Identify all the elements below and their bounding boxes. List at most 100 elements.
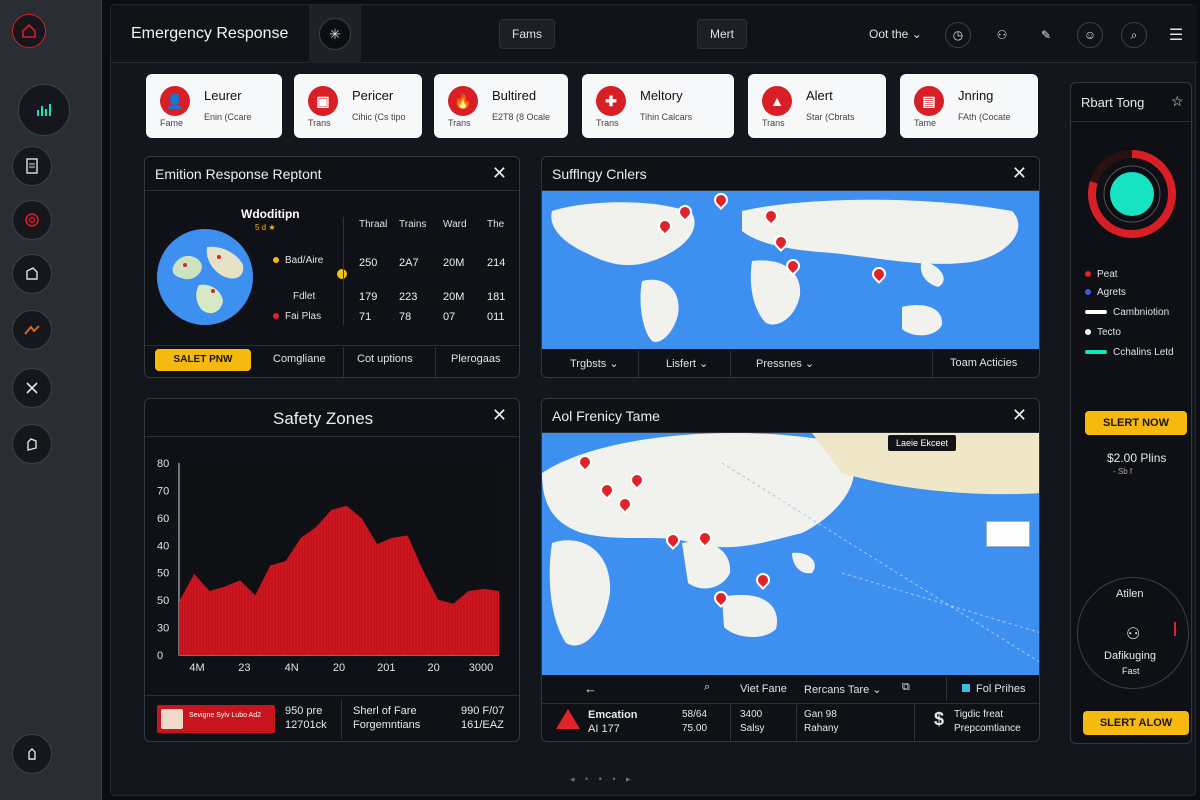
- toolbar-item[interactable]: Viet Fane: [740, 683, 787, 695]
- slert-now-button[interactable]: SLERT NOW: [1085, 411, 1187, 435]
- table-cell: 20M: [443, 257, 465, 269]
- table-cell: 011: [487, 311, 505, 323]
- edit-icon[interactable]: [12, 254, 52, 294]
- fire-icon: 🔥: [448, 86, 478, 116]
- footer-value: Forgemntians: [353, 719, 421, 731]
- y-tick-label: 40: [157, 540, 169, 552]
- table-cell: 20M: [443, 291, 465, 303]
- mert-button[interactable]: Mert: [697, 19, 747, 49]
- map1-tab[interactable]: Lisfert ⌄: [666, 357, 708, 370]
- close-icon[interactable]: ✕: [1012, 163, 1027, 184]
- close-icon[interactable]: ✕: [492, 405, 507, 426]
- table-header: Ward: [443, 219, 467, 230]
- card-title: Bultired: [492, 88, 537, 103]
- chat-icon[interactable]: ◷: [945, 22, 971, 48]
- users-icon[interactable]: ⚇: [989, 22, 1015, 48]
- footer-value: Gan 98: [804, 709, 837, 720]
- group-icon: ⚇: [1126, 626, 1141, 643]
- card-subtitle: E2T8 (8 Ocale: [492, 112, 551, 122]
- search-icon[interactable]: ⌕: [704, 681, 710, 694]
- toolbar-item[interactable]: Fol Prihes: [962, 683, 1026, 695]
- price-sub: - Sb f: [1113, 467, 1133, 476]
- pager[interactable]: ◂ • • • ▸: [570, 774, 635, 785]
- legend-item: Bad/Aire: [273, 255, 323, 266]
- safety-panel: Safety Zones ✕ 80 70 60 40 50 50 30 0 4M 23 4N 20 20…: [144, 398, 520, 742]
- footer-value: 161/EAZ: [461, 719, 504, 731]
- hand-icon[interactable]: [12, 424, 52, 464]
- document-icon[interactable]: [12, 146, 52, 186]
- report-panel: Emition Response Reptont ✕ Wdoditipn 5 d…: [144, 156, 520, 378]
- map1-tab[interactable]: Trgbsts ⌄: [570, 357, 619, 370]
- map2-title: Aol Frenicy Tame: [552, 408, 660, 424]
- fams-button[interactable]: Fams: [499, 19, 555, 49]
- map1-tab[interactable]: Pressnes ⌄: [756, 357, 814, 370]
- trend-icon[interactable]: [12, 310, 52, 350]
- category-card[interactable]: ▲ Alert Trans Star (Cbrats: [748, 74, 886, 138]
- report-tab[interactable]: Plerogaas: [451, 353, 501, 365]
- slert-alow-button[interactable]: SLERT ALOW: [1083, 711, 1189, 735]
- category-card[interactable]: ▤ Jnring Tame FAth (Cocate: [900, 74, 1038, 138]
- y-tick-label: 50: [157, 595, 169, 607]
- category-card[interactable]: ✚ Meltory Trans Tihin Calcars: [582, 74, 734, 138]
- close-icon[interactable]: ✕: [1012, 405, 1027, 426]
- home-icon[interactable]: [12, 14, 46, 48]
- topbar-dropdown[interactable]: Oot the ⌄: [869, 27, 922, 41]
- card-label: Trans: [308, 118, 331, 128]
- user-icon[interactable]: ☺: [1077, 22, 1103, 48]
- table-cell: 2A7: [399, 257, 419, 269]
- card-title: Alert: [806, 88, 833, 103]
- map1-tab[interactable]: Toam Acticies: [950, 357, 1017, 369]
- footer-value: 75.00: [682, 723, 708, 734]
- category-card[interactable]: 👤 Leurer Fame Enin (Ccare: [146, 74, 282, 138]
- target-icon[interactable]: [12, 200, 52, 240]
- safety-header: Safety Zones ✕: [145, 399, 519, 437]
- map-tooltip: Laeie Ekceet: [888, 435, 957, 451]
- table-cell: 214: [487, 257, 506, 269]
- clipboard-icon: ▤: [914, 86, 944, 116]
- menu-icon[interactable]: ☰: [1163, 22, 1189, 48]
- dot-icon: [1085, 271, 1091, 278]
- card-label: Tame: [914, 118, 937, 128]
- legend-item: Tecto: [1085, 327, 1121, 338]
- search-icon[interactable]: ⌕: [1121, 22, 1147, 48]
- table-cell: 78: [399, 311, 412, 323]
- square-icon: [962, 684, 970, 692]
- dot-icon: [1085, 329, 1091, 336]
- star-icon[interactable]: ☆: [1171, 93, 1184, 110]
- logo[interactable]: ✳: [309, 5, 361, 63]
- settings-icon[interactable]: [12, 734, 52, 774]
- map-legend-box: [986, 521, 1030, 547]
- table-cell: 223: [399, 291, 418, 303]
- footer-value: 58/64: [682, 709, 708, 720]
- legend-item: Peat: [1085, 269, 1118, 280]
- map1-header: Sufflngy Cnlers ✕: [542, 157, 1039, 191]
- y-tick-label: 80: [157, 458, 169, 470]
- close-icon[interactable]: [12, 368, 52, 408]
- map2-header: Aol Frenicy Tame ✕: [542, 399, 1039, 433]
- person-icon: 👤: [160, 86, 190, 116]
- close-icon[interactable]: ✕: [492, 163, 507, 184]
- status-circle: Atilen ⚇ Dafikuging Fast: [1077, 577, 1189, 689]
- circle-sub: Fast: [1122, 666, 1140, 676]
- copy-icon[interactable]: ⧉: [902, 681, 910, 694]
- safety-title: Safety Zones: [273, 409, 374, 428]
- warning-icon: [556, 709, 580, 729]
- category-card[interactable]: ▣ Pericer Trans Cihic (Cs tipo: [294, 74, 422, 138]
- world-map[interactable]: Laeie Ekceet: [542, 433, 1039, 675]
- toolbar-item[interactable]: Rercans Tare ⌄: [804, 683, 882, 696]
- indicator: [1174, 622, 1176, 636]
- category-card[interactable]: 🔥 Bultired Trans E2T8 (8 Ocale: [434, 74, 568, 138]
- report-tab[interactable]: Comgliane: [273, 353, 326, 365]
- y-tick-label: 50: [157, 568, 169, 580]
- circle-title: Atilen: [1116, 588, 1144, 600]
- card-label: Fame: [160, 118, 184, 128]
- report-header: Emition Response Reptont ✕: [145, 157, 519, 191]
- chart-icon[interactable]: [18, 84, 70, 136]
- salet-button[interactable]: SALET PNW: [155, 349, 251, 371]
- footer-value: 12701ck: [285, 719, 327, 731]
- report-tab[interactable]: Cot uptions: [357, 353, 413, 365]
- slider-handle[interactable]: [337, 269, 347, 279]
- back-arrow-icon[interactable]: ←: [584, 681, 597, 696]
- world-map[interactable]: [542, 191, 1039, 349]
- pen-icon[interactable]: ✎: [1033, 22, 1059, 48]
